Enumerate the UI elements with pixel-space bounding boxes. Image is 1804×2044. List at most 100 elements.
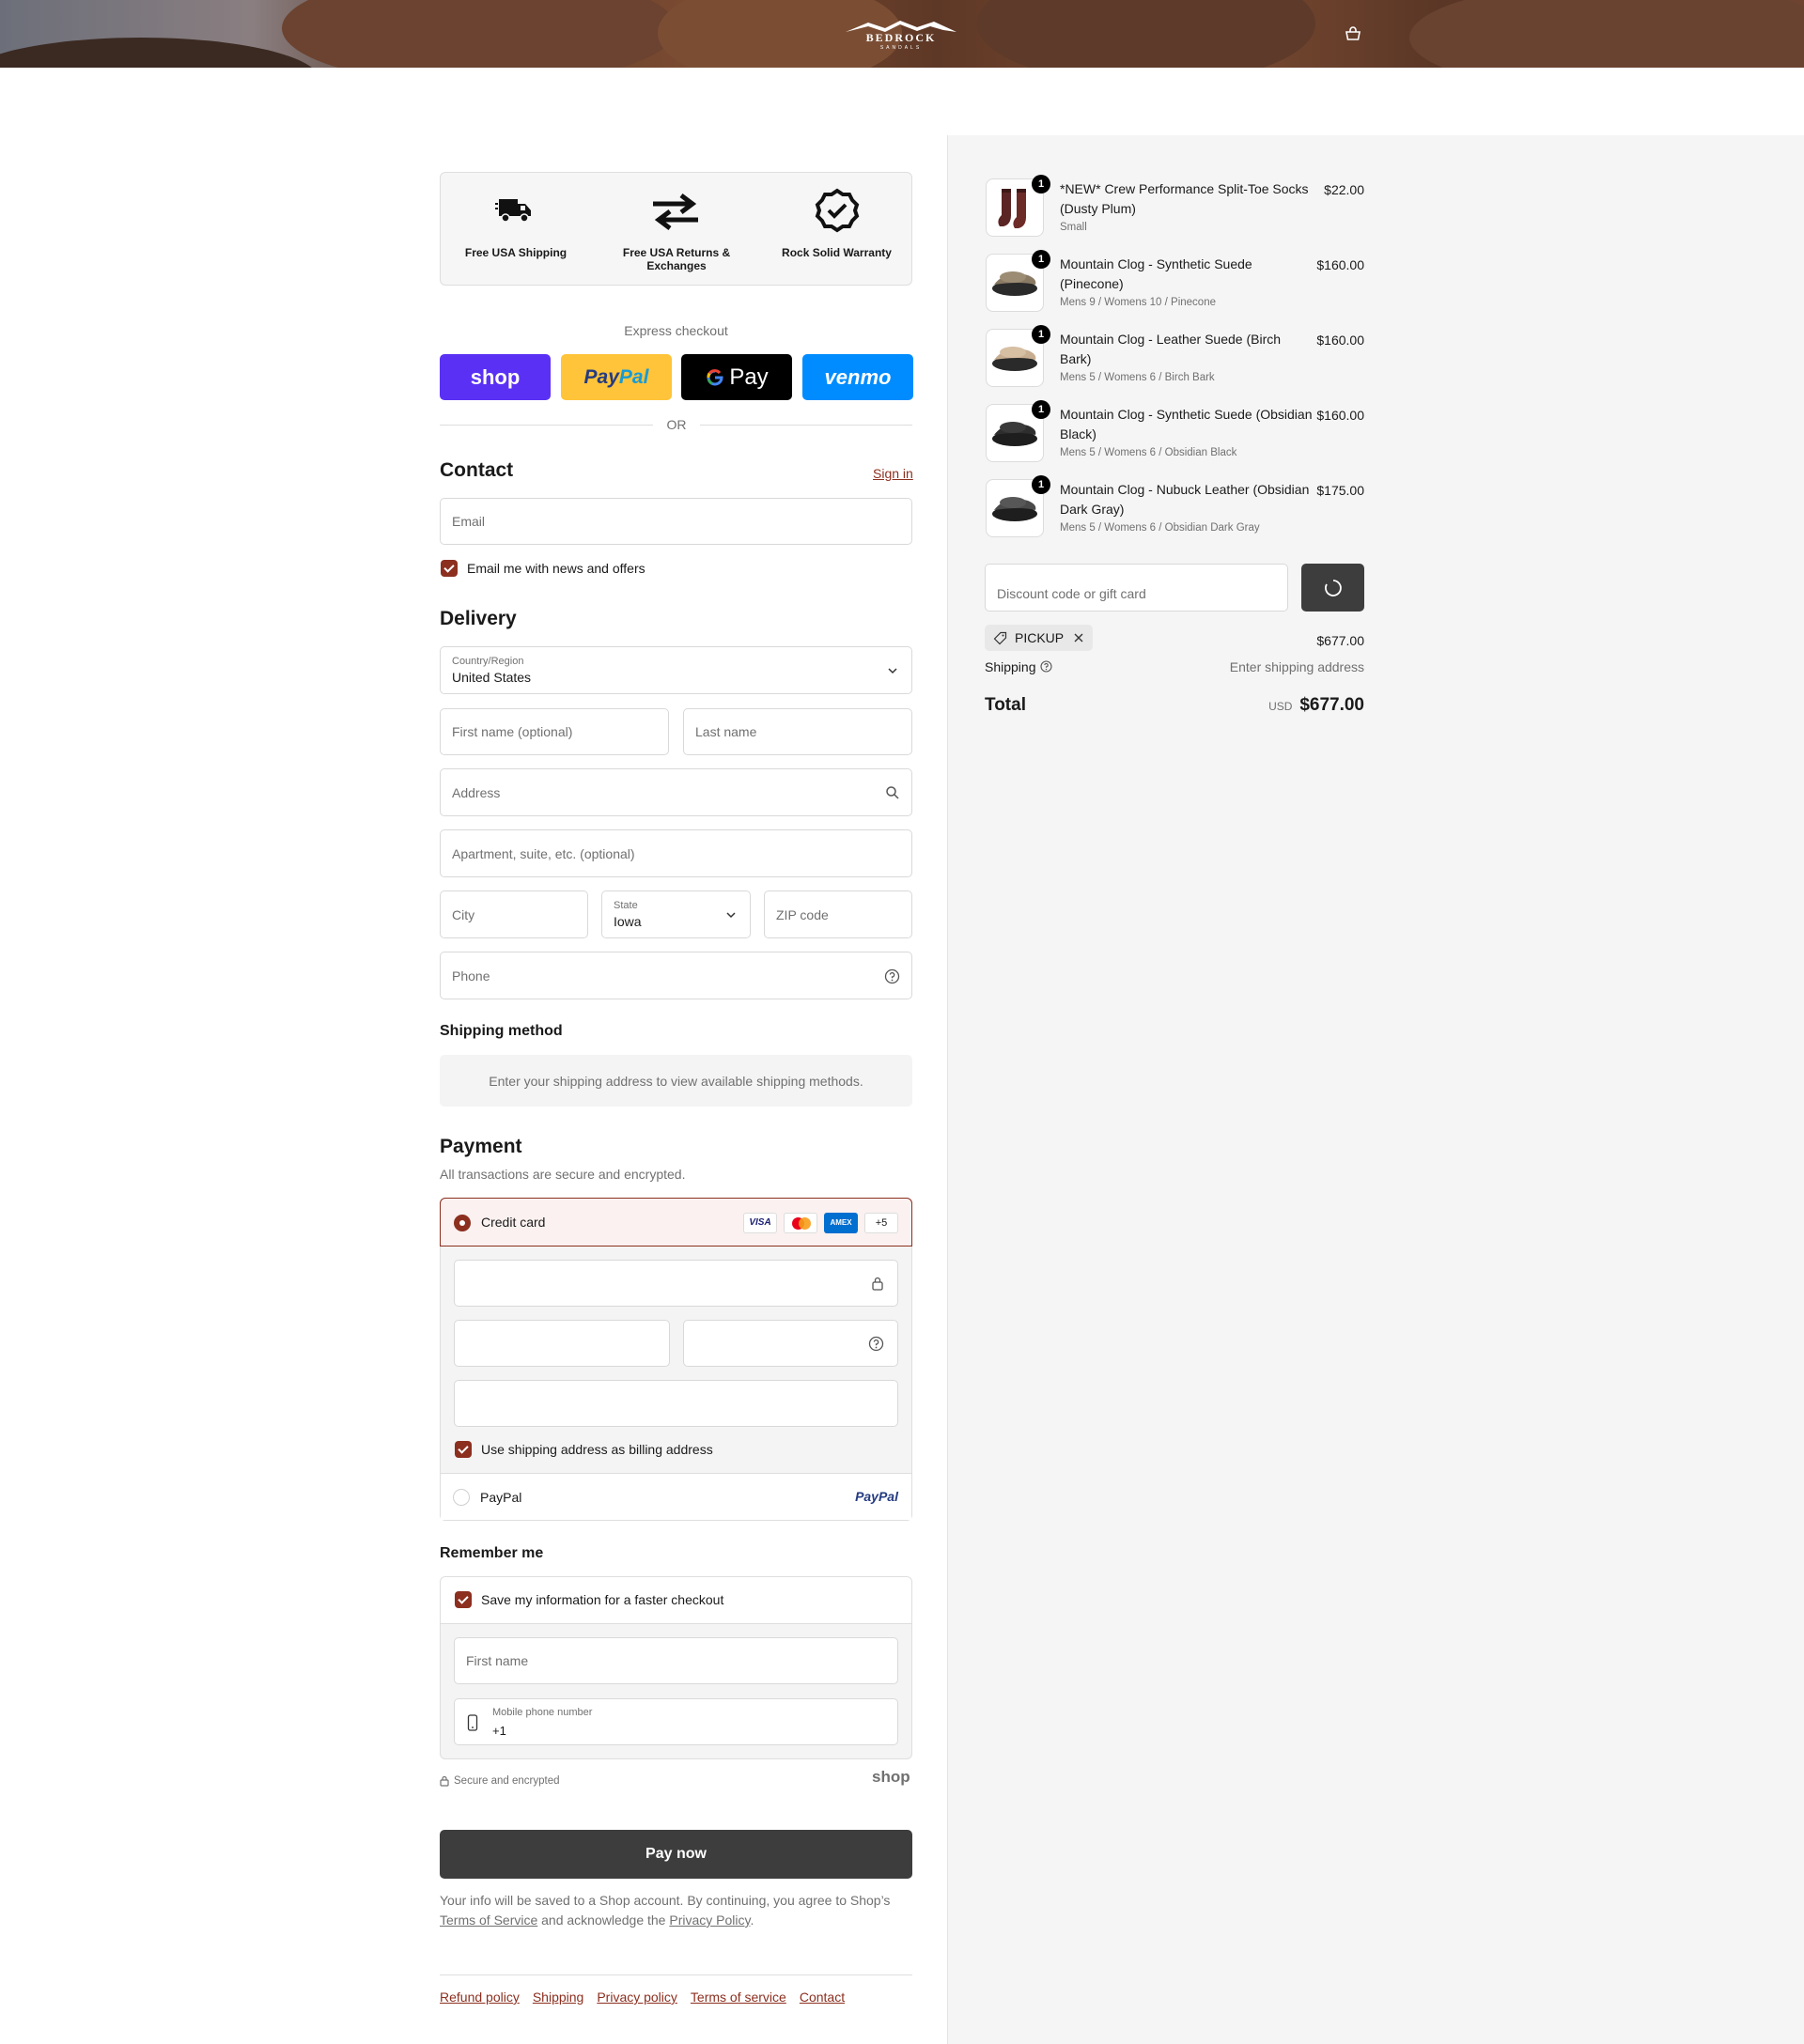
svg-text:SANDALS: SANDALS	[880, 45, 922, 51]
expiration-field[interactable]	[454, 1320, 670, 1367]
amex-icon: AMEX	[824, 1213, 858, 1233]
google-g-icon	[707, 368, 723, 385]
more-cards-badge: +5	[864, 1213, 898, 1233]
name-on-card-field[interactable]	[454, 1380, 898, 1427]
paypal-option[interactable]: PayPal PayPal	[441, 1473, 911, 1520]
phone-placeholder: Phone	[452, 968, 490, 983]
discount-tag: PICKUP	[985, 625, 1093, 651]
close-icon[interactable]	[1073, 632, 1084, 643]
paypal-radio[interactable]	[453, 1489, 470, 1506]
city-placeholder: City	[452, 906, 475, 922]
apartment-field[interactable]: Apartment, suite, etc. (optional)	[440, 829, 912, 877]
item-name: Mountain Clog - Synthetic Suede (Pinecon…	[1060, 256, 1252, 291]
tag-icon	[993, 631, 1007, 645]
paypal-button[interactable]: Pay Pal	[561, 354, 672, 400]
save-info-checkbox[interactable]	[455, 1591, 472, 1608]
visa-icon: VISA	[743, 1213, 777, 1233]
credit-card-option[interactable]: Credit card VISA AMEX +5	[440, 1198, 912, 1247]
email-placeholder: Email	[452, 514, 486, 529]
subtotal-value: $677.00	[1316, 633, 1364, 648]
item-price: $160.00	[1316, 257, 1364, 272]
payment-title: Payment	[440, 1136, 522, 1157]
shipping-link[interactable]: Shipping	[533, 1990, 584, 2005]
or-divider-text: OR	[666, 417, 687, 432]
perks-box: Free USA Shipping Free USA Returns & Exc…	[440, 172, 912, 286]
or-divider-left	[440, 425, 653, 426]
pay-now-button[interactable]: Pay now	[440, 1830, 912, 1879]
quantity-badge: 1	[1032, 400, 1050, 419]
apply-discount-button[interactable]	[1301, 564, 1364, 612]
terms-of-service-footer-link[interactable]: Terms of service	[691, 1990, 786, 2005]
terms-of-service-link[interactable]: Terms of Service	[440, 1912, 537, 1928]
country-select[interactable]: Country/Region United States	[440, 646, 912, 694]
shop-pay-button[interactable]: shop	[440, 354, 551, 400]
discount-tag-label: PICKUP	[1015, 630, 1065, 645]
address-placeholder: Address	[452, 784, 501, 800]
remember-first-name-field[interactable]: First name	[454, 1637, 898, 1684]
state-value: Iowa	[614, 914, 642, 929]
privacy-policy-link[interactable]: Privacy Policy	[669, 1912, 750, 1928]
help-icon[interactable]	[884, 968, 900, 984]
paypal-option-label: PayPal	[480, 1490, 522, 1505]
country-value: United States	[452, 670, 532, 685]
country-label: Country/Region	[452, 656, 524, 667]
first-name-field[interactable]: First name (optional)	[440, 708, 669, 755]
remember-title: Remember me	[440, 1545, 544, 1561]
shipping-method-message: Enter your shipping address to view avai…	[440, 1055, 912, 1107]
shop-pay-label: shop	[470, 364, 521, 389]
legal-text-3: .	[750, 1912, 754, 1928]
state-select[interactable]: State Iowa	[601, 890, 751, 938]
exchange-arrows-icon	[653, 194, 698, 230]
perk-label: Free USA Shipping	[464, 246, 568, 259]
help-icon[interactable]	[1040, 660, 1052, 673]
zip-field[interactable]: ZIP code	[764, 890, 912, 938]
email-field[interactable]: Email	[440, 498, 912, 545]
city-field[interactable]: City	[440, 890, 588, 938]
shipping-method-text: Enter your shipping address to view avai…	[489, 1073, 863, 1089]
bedrock-logo[interactable]: BEDROCK SANDALS	[840, 19, 962, 51]
legal-text-1: Your info will be saved to a Shop accoun…	[440, 1893, 891, 1908]
save-info-label: Save my information for a faster checkou…	[481, 1592, 724, 1607]
google-pay-button[interactable]: Pay	[681, 354, 792, 400]
mobile-phone-field[interactable]: Mobile phone number +1	[454, 1698, 898, 1745]
shipping-label: Shipping	[985, 659, 1036, 674]
chevron-down-icon	[888, 668, 897, 674]
privacy-policy-footer-link[interactable]: Privacy policy	[597, 1990, 677, 2005]
sign-in-link[interactable]: Sign in	[873, 466, 913, 481]
shipping-value: Enter shipping address	[1229, 659, 1364, 674]
cart-icon[interactable]	[1344, 26, 1362, 41]
address-field[interactable]: Address	[440, 768, 912, 816]
card-number-field[interactable]	[454, 1260, 898, 1307]
last-name-field[interactable]: Last name	[683, 708, 912, 755]
amex-label: AMEX	[830, 1218, 852, 1227]
mobile-icon	[467, 1714, 478, 1731]
loading-spinner-icon	[1325, 580, 1342, 596]
item-price: $160.00	[1316, 408, 1364, 423]
billing-checkbox[interactable]	[455, 1441, 472, 1458]
remember-first-name-placeholder: First name	[466, 1653, 529, 1668]
phone-field[interactable]: Phone	[440, 952, 912, 999]
visa-label: VISA	[749, 1217, 771, 1228]
security-code-field[interactable]	[683, 1320, 898, 1367]
news-checkbox[interactable]	[441, 560, 458, 577]
help-icon[interactable]	[868, 1336, 884, 1352]
refund-policy-link[interactable]: Refund policy	[440, 1990, 520, 2005]
item-name: Mountain Clog - Leather Suede (Birch Bar…	[1060, 332, 1282, 366]
lock-icon	[440, 1775, 449, 1787]
credit-card-radio[interactable]	[454, 1215, 471, 1231]
discount-placeholder: Discount code or gift card	[997, 586, 1146, 601]
paypal-label-b: Pal	[618, 365, 649, 388]
contact-link[interactable]: Contact	[800, 1990, 845, 2005]
delivery-title: Delivery	[440, 608, 517, 629]
lock-icon	[872, 1277, 883, 1291]
venmo-button[interactable]: venmo	[802, 354, 913, 400]
mobile-value: +1	[492, 1724, 506, 1738]
discount-code-field[interactable]: Discount code or gift card	[985, 564, 1288, 612]
credit-card-label: Credit card	[481, 1215, 546, 1230]
item-name: Mountain Clog - Nubuck Leather (Obsidian…	[1060, 482, 1310, 517]
item-variant: Mens 5 / Womens 6 / Birch Bark	[1060, 372, 1215, 383]
legal-text-2: and acknowledge the	[541, 1912, 666, 1928]
currency-code: USD	[1268, 700, 1293, 713]
total-amount: USD $677.00	[1268, 695, 1364, 716]
news-label: Email me with news and offers	[467, 561, 645, 576]
